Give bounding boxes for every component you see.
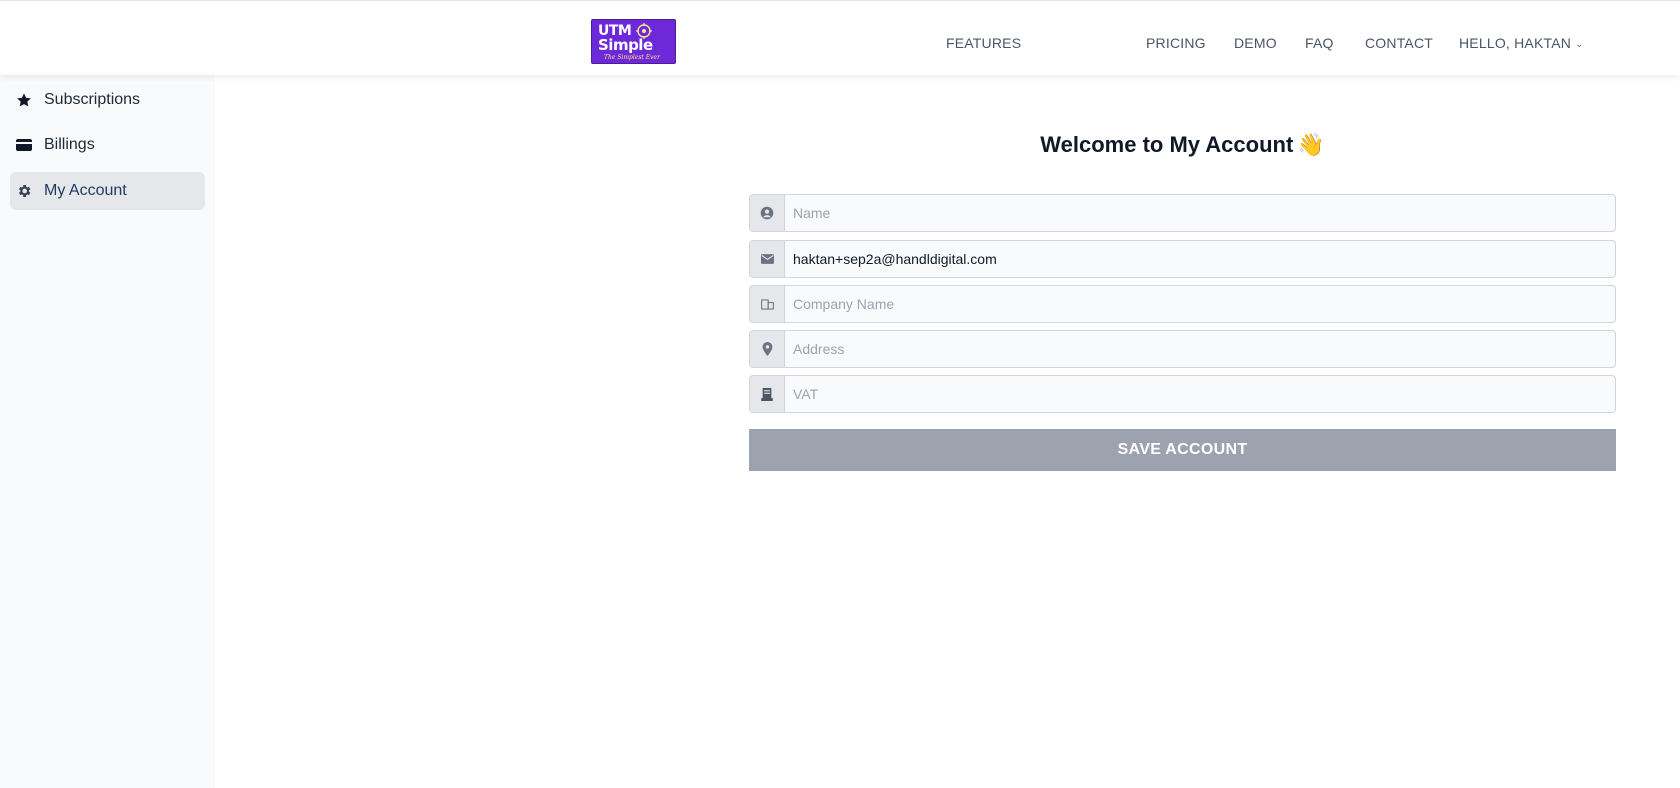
map-pin-icon	[750, 331, 785, 367]
sidebar-item-my-account[interactable]: My Account	[10, 172, 205, 210]
user-menu-label: HELLO, HAKTAN	[1459, 35, 1572, 51]
credit-card-icon	[16, 137, 32, 153]
name-field	[749, 194, 1616, 232]
star-icon	[16, 92, 32, 108]
sidebar-item-label: Subscriptions	[44, 91, 141, 108]
envelope-icon	[750, 241, 785, 277]
email-field	[749, 240, 1616, 278]
nav-features[interactable]: FEATURES	[946, 34, 1021, 52]
nav-pricing[interactable]: PRICING	[1146, 34, 1206, 52]
email-input[interactable]	[785, 241, 1615, 277]
utm-simple-logo[interactable]: UTM Simple The Simplest Ever	[591, 19, 676, 64]
company-name-input[interactable]	[785, 286, 1615, 322]
gear-icon	[16, 183, 32, 199]
logo-line-2: Simple	[598, 36, 653, 54]
address-input[interactable]	[785, 331, 1615, 367]
receipt-icon	[750, 376, 785, 412]
sidebar-item-subscriptions[interactable]: Subscriptions	[10, 81, 205, 119]
sidebar-item-label: Billings	[44, 136, 95, 153]
waving-hand-emoji: 👋	[1297, 132, 1325, 157]
building-icon	[750, 286, 785, 322]
user-circle-icon	[750, 195, 785, 231]
sidebar-item-billings[interactable]: Billings	[10, 126, 205, 164]
top-navbar: UTM Simple The Simplest Ever FEATURES PR…	[0, 0, 1680, 75]
sidebar-item-label: My Account	[44, 182, 127, 199]
nav-faq[interactable]: FAQ	[1305, 34, 1334, 52]
sidebar: Subscriptions Billings My Account	[0, 75, 215, 788]
chevron-down-icon: ⌄	[1575, 39, 1584, 50]
name-input[interactable]	[785, 195, 1615, 231]
address-field	[749, 330, 1616, 368]
page-title-text: Welcome to My Account	[1040, 132, 1294, 157]
company-name-field	[749, 285, 1616, 323]
nav-demo[interactable]: DEMO	[1234, 34, 1277, 52]
vat-field	[749, 375, 1616, 413]
logo-tagline: The Simplest Ever	[604, 54, 660, 61]
page-title: Welcome to My Account 👋	[749, 132, 1616, 158]
save-account-button[interactable]: SAVE ACCOUNT	[749, 429, 1616, 471]
user-menu[interactable]: HELLO, HAKTAN ⌄	[1459, 34, 1584, 54]
nav-contact[interactable]: CONTACT	[1365, 34, 1433, 52]
vat-input[interactable]	[785, 376, 1615, 412]
